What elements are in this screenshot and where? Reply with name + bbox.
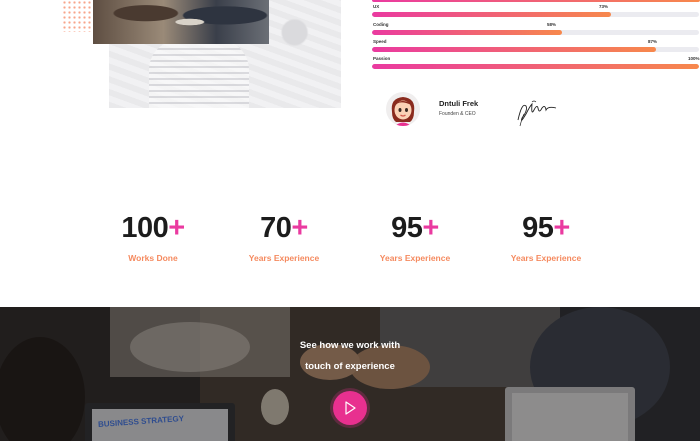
avatar [386, 92, 420, 126]
skill-progress-fill [372, 12, 611, 17]
stat-years-experience-1: 70+ Years Experience [224, 212, 344, 264]
profile-role: Founden & CEO [439, 111, 476, 117]
skill-progress-fill [372, 47, 657, 52]
stat-label: Years Experience [510, 253, 582, 263]
stat-works-done: 100+ Works Done [93, 212, 213, 264]
stat-plus: + [422, 212, 439, 244]
stat-value: 100 [121, 212, 169, 244]
signature-icon [517, 100, 557, 127]
stat-plus: + [553, 212, 570, 244]
stat-value: 95 [391, 212, 423, 244]
skill-label: Speed [373, 39, 387, 44]
skill-progress-fill [372, 64, 699, 69]
skill-label: UX [373, 4, 380, 9]
skill-progress-track [372, 47, 699, 52]
skill-percent: 100% [688, 56, 700, 61]
play-video-button[interactable] [333, 391, 367, 425]
stat-value: 70 [260, 212, 292, 244]
skill-percent: 73% [599, 4, 609, 9]
skill-progress-track [372, 12, 699, 17]
skill-percent: 87% [648, 39, 658, 44]
skill-progress-track [372, 30, 699, 35]
stat-plus: + [168, 212, 185, 244]
stat-label: Years Experience [379, 253, 451, 263]
stat-years-experience-3: 95+ Years Experience [486, 212, 606, 264]
stat-label: Works Done [128, 253, 178, 263]
skill-progress-fill [372, 30, 562, 35]
skill-label: Passion [373, 56, 391, 61]
skill-percent: 58% [547, 22, 557, 27]
stat-value: 95 [522, 212, 554, 244]
team-photo-foreground [93, 0, 269, 44]
banner-heading-line-1: See how we work with [299, 340, 401, 351]
skill-progress-track [372, 64, 699, 69]
stat-years-experience-2: 95+ Years Experience [355, 212, 475, 264]
stat-label: Years Experience [248, 253, 320, 263]
skill-progress-bar-partial [372, 0, 700, 2]
dot-pattern-decoration [62, 0, 96, 32]
profile-name: Dntuli Frek [439, 99, 479, 108]
video-banner: BUSINESS STRATEGY See how we work with t… [0, 307, 700, 441]
skill-label: Coding [373, 22, 389, 27]
stat-plus: + [291, 212, 308, 244]
play-icon [345, 401, 356, 415]
about-photo-collage [0, 0, 360, 120]
banner-heading-line-2: touch of experience [305, 361, 395, 372]
